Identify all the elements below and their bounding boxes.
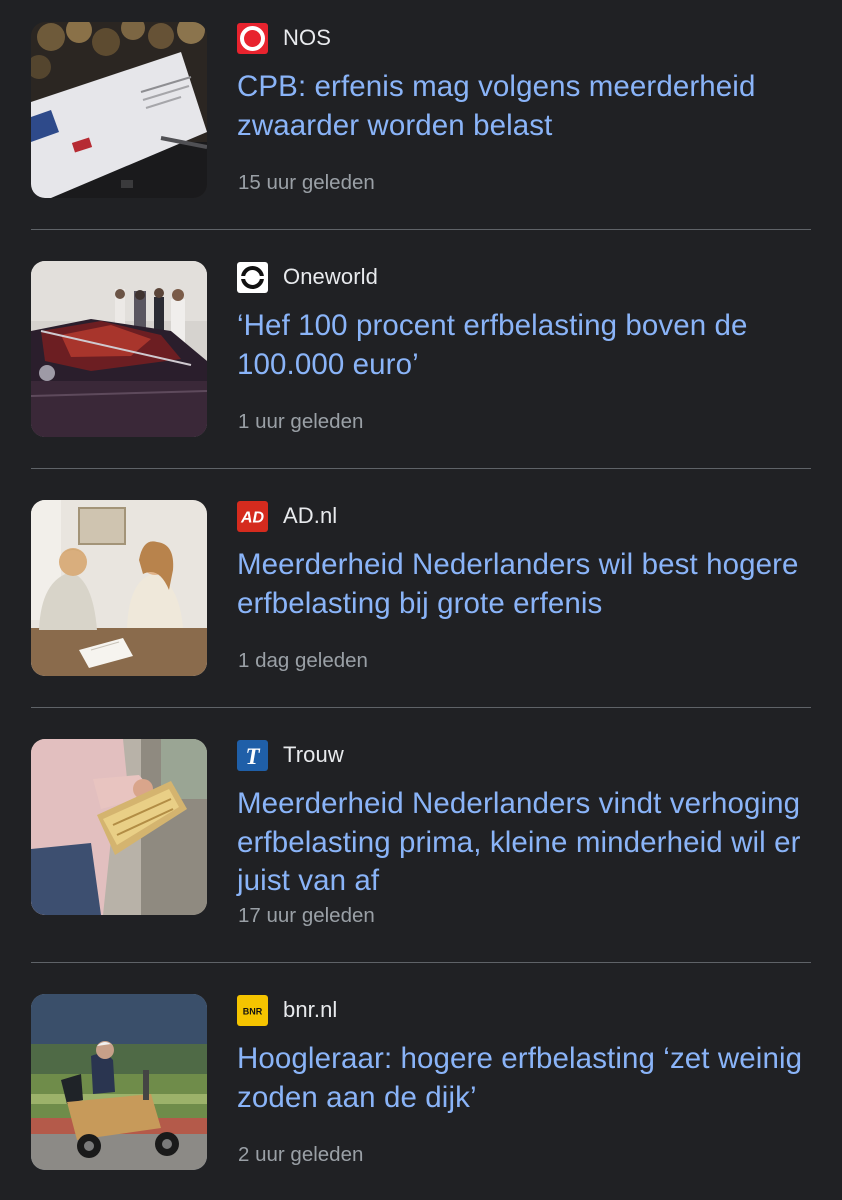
source-row: T Trouw [237,739,344,771]
source-row: Oneworld [237,261,378,293]
article-thumbnail[interactable] [31,261,207,437]
source-row: AD AD.nl [237,500,337,532]
article-timestamp: 1 uur geleden [238,410,364,433]
svg-text:BNR: BNR [243,1006,263,1016]
article-timestamp: 2 uur geleden [238,1143,364,1166]
divider [31,962,811,963]
article-thumbnail[interactable] [31,500,207,676]
trouw-logo-icon: T [237,739,268,771]
source-name: NOS [283,25,331,50]
source-name: Oneworld [283,264,378,289]
oneworld-logo-icon [237,261,268,293]
svg-text:T: T [245,744,260,769]
hand-with-banknotes-photo [31,739,207,915]
article-timestamp: 17 uur geleden [238,904,375,927]
svg-text:AD: AD [240,509,265,526]
divider [31,468,811,469]
source-row: BNR bnr.nl [237,994,337,1026]
divider [31,229,811,230]
people-beside-red-car-photo [31,261,207,437]
source-name: bnr.nl [283,997,338,1022]
article-thumbnail[interactable] [31,994,207,1170]
article-thumbnail[interactable] [31,22,207,198]
source-row: NOS [237,22,331,54]
article-thumbnail[interactable] [31,739,207,915]
source-name: Trouw [283,742,344,767]
ad-logo-icon: AD [237,500,268,532]
article-headline[interactable]: ‘Hef 100 procent erfbelasting boven de 1… [237,307,817,384]
article-headline[interactable]: Meerderheid Nederlanders vindt verhoging… [237,785,817,901]
article-headline[interactable]: Hoogleraar: hogere erfbelasting ‘zet wei… [237,1040,817,1117]
news-feed: NOS CPB: erfenis mag volgens meerderheid… [0,0,842,1200]
envelope-and-coins-photo [31,22,207,198]
two-women-at-table-photo [31,500,207,676]
source-name: AD.nl [283,503,338,528]
article-timestamp: 1 dag geleden [238,649,368,672]
article-headline[interactable]: CPB: erfenis mag volgens meerderheid zwa… [237,68,817,145]
man-on-mobility-scooter-photo [31,994,207,1170]
article-timestamp: 15 uur geleden [238,171,375,194]
bnr-logo-icon: BNR [237,994,268,1026]
article-headline[interactable]: Meerderheid Nederlanders wil best hogere… [237,546,817,623]
nos-logo-icon [237,22,268,54]
divider [31,707,811,708]
